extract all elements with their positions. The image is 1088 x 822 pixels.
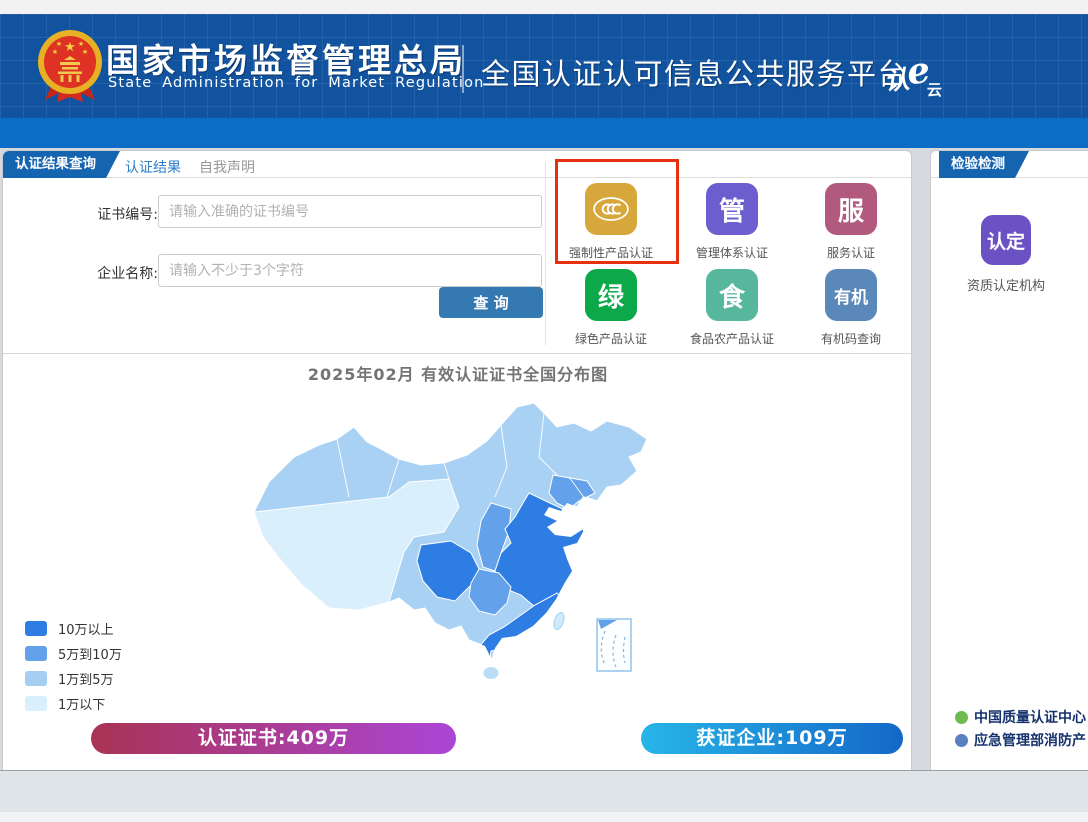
org-legend-item: 应急管理部消防产 — [955, 730, 1086, 750]
ren-e-yun-logo-icon: 认e云 — [884, 56, 942, 98]
inspection-panel: 检验检测 认定 资质认定机构 中国质量认证中心 应急管理部消防产 — [930, 150, 1088, 770]
footer-band — [0, 771, 1088, 812]
accreditation-label: 资质认定机构 — [931, 275, 1081, 294]
management-system-icon: 管 — [706, 183, 758, 235]
red-highlight-box — [555, 159, 679, 264]
header-accent-band — [0, 118, 1088, 148]
logo-yun: 云 — [927, 79, 942, 100]
inspection-tab-row: 检验检测 — [931, 151, 1088, 178]
org-dot-green — [955, 711, 968, 724]
tab-link-self-declaration[interactable]: 自我声明 — [199, 157, 255, 177]
tab-inspection-testing[interactable]: 检验检测 — [939, 151, 1029, 178]
company-name-input[interactable] — [158, 254, 542, 287]
platform-title: 全国认证认可信息公共服务平台 — [481, 51, 908, 93]
header-divider — [462, 45, 464, 93]
tab-cert-result-query[interactable]: 认证结果查询 — [3, 151, 120, 178]
form-icons-divider — [545, 161, 546, 345]
svg-text:★: ★ — [64, 40, 76, 55]
svg-text:★: ★ — [52, 48, 58, 56]
cert-count-badge: 认证证书:409万 — [91, 723, 456, 754]
legend-item: 10万以上 — [25, 619, 114, 638]
accreditation-icon[interactable]: 认定 — [981, 215, 1031, 265]
legend-swatch — [25, 646, 47, 661]
cert-label-food-agri: 食品农产品认证 — [677, 330, 787, 347]
cert-item-organic-code[interactable]: 有机 有机码查询 — [796, 269, 906, 347]
footer-band-light — [0, 812, 1088, 822]
page: ★ ★ ★ ★ ★ 国家市场监督管理总局 State Administratio… — [0, 0, 1088, 822]
legend-swatch — [25, 671, 47, 686]
section-divider — [3, 353, 911, 354]
legend-label: 10万以上 — [58, 619, 114, 638]
cert-number-label: 证书编号: — [90, 204, 158, 224]
org-dot-blue — [955, 734, 968, 747]
cert-label-organic-code: 有机码查询 — [796, 330, 906, 347]
map-title: 2025年02月 有效认证证书全国分布图 — [3, 361, 913, 385]
food-agri-icon: 食 — [706, 269, 758, 321]
legend-swatch — [25, 696, 47, 711]
organic-code-icon: 有机 — [825, 269, 877, 321]
legend-label: 5万到10万 — [58, 644, 122, 663]
cert-item-management-system[interactable]: 管 管理体系认证 — [677, 183, 787, 261]
china-choropleth-map[interactable] — [239, 397, 659, 697]
enterprise-count-badge: 获证企业:109万 — [641, 723, 903, 754]
search-button[interactable]: 查 询 — [439, 287, 543, 318]
legend-item: 1万以下 — [25, 694, 105, 713]
cert-number-input[interactable] — [158, 195, 542, 228]
org-label: 应急管理部消防产 — [974, 730, 1086, 750]
org-legend-item: 中国质量认证中心 — [955, 707, 1086, 727]
legend-label: 1万以下 — [58, 694, 105, 713]
legend-label: 1万到5万 — [58, 669, 114, 688]
query-and-map-panel: 认证结果查询 认证结果 自我声明 证书编号: 企业名称: 查 询 — [2, 150, 912, 770]
company-name-label: 企业名称: — [90, 263, 158, 283]
tab-link-cert-result[interactable]: 认证结果 — [125, 157, 181, 177]
cert-item-green-product[interactable]: 绿 绿色产品认证 — [556, 269, 666, 347]
legend-item: 1万到5万 — [25, 669, 114, 688]
browser-top-strip — [0, 0, 1088, 14]
service-cert-icon: 服 — [825, 183, 877, 235]
cert-label-management-system: 管理体系认证 — [677, 244, 787, 261]
agency-title-en: State Administration for Market Regulati… — [108, 75, 485, 91]
svg-text:★: ★ — [56, 40, 62, 48]
svg-text:★: ★ — [82, 48, 88, 56]
cert-item-service[interactable]: 服 服务认证 — [796, 183, 906, 261]
org-label: 中国质量认证中心 — [974, 707, 1086, 727]
query-tab-row: 认证结果查询 认证结果 自我声明 — [3, 151, 911, 178]
national-emblem-icon: ★ ★ ★ ★ ★ — [32, 26, 108, 106]
legend-swatch — [25, 621, 47, 636]
legend-item: 5万到10万 — [25, 644, 122, 663]
green-product-icon: 绿 — [585, 269, 637, 321]
cert-label-service: 服务认证 — [796, 244, 906, 261]
svg-text:★: ★ — [78, 40, 84, 48]
content-area: 认证结果查询 认证结果 自我声明 证书编号: 企业名称: 查 询 — [0, 148, 1088, 770]
site-header: ★ ★ ★ ★ ★ 国家市场监督管理总局 State Administratio… — [0, 14, 1088, 118]
cert-label-green-product: 绿色产品认证 — [556, 330, 666, 347]
south-china-sea-inset — [597, 619, 631, 671]
cert-item-food-agri[interactable]: 食 食品农产品认证 — [677, 269, 787, 347]
